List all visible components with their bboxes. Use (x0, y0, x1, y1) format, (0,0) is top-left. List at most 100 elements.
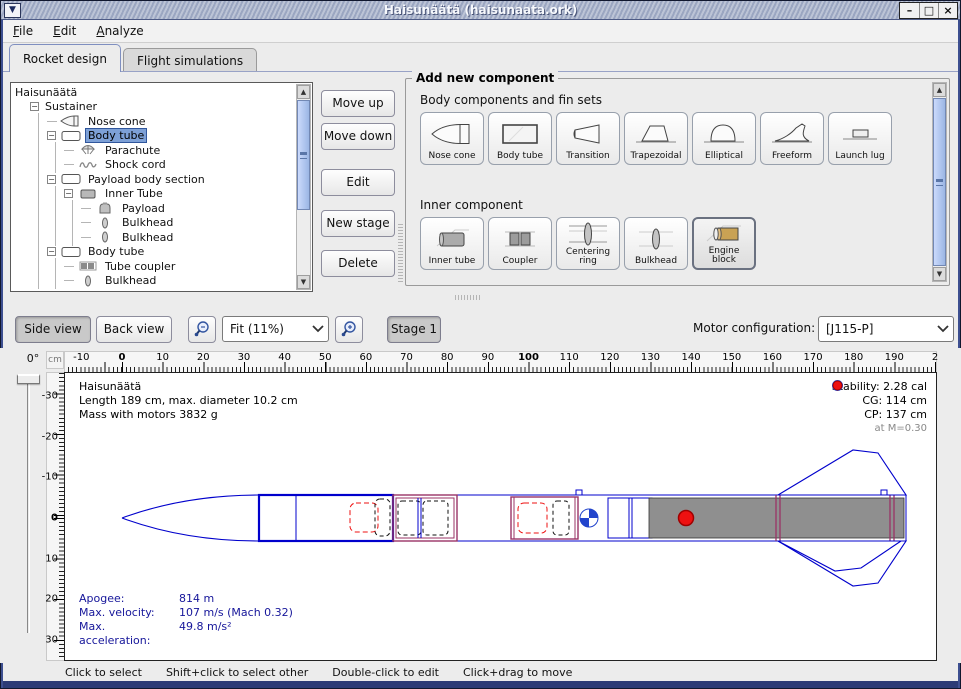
scroll-down-icon[interactable]: ▼ (297, 275, 310, 289)
cp-icon (832, 380, 843, 391)
component-panel-scrollbar[interactable]: ▲ ▼ (932, 82, 947, 282)
rocket-canvas[interactable]: Haisunäätä Length 189 cm, max. diameter … (64, 372, 937, 661)
launch-lug[interactable] (576, 490, 582, 495)
add-transition-button[interactable]: Transition (556, 112, 620, 165)
add-centering-ring-button[interactable]: Centering ring (556, 217, 620, 270)
add-freeform-button[interactable]: Freeform (760, 112, 824, 165)
motor-configuration-combobox[interactable]: [J115-P] (818, 316, 954, 342)
tree-item-parachute[interactable]: Parachute (13, 143, 295, 158)
menu-analyze[interactable]: Analyze (86, 21, 153, 41)
rotation-slider-track[interactable] (27, 378, 30, 633)
mach-condition: at M=0.30 (832, 422, 927, 436)
tree-item-label: Parachute (103, 144, 162, 157)
shock-cord-outline[interactable] (375, 499, 390, 536)
forward-body-tube-selected[interactable] (259, 495, 393, 541)
zoom-level-combobox[interactable]: Fit (11%) (222, 316, 329, 342)
h-ruler-tick-label: 130 (641, 352, 660, 363)
tree-item-label: Bulkhead (120, 231, 175, 244)
tree-collapse-icon[interactable]: − (47, 175, 56, 184)
tab-rocket-design[interactable]: Rocket design (9, 44, 121, 72)
add-bulkhead-button[interactable]: Bulkhead (624, 217, 688, 270)
tree-item-haisunäätä[interactable]: Haisunäätä (13, 85, 295, 100)
component-button-label: Transition (566, 152, 610, 162)
horizontal-split-handle[interactable] (455, 295, 481, 300)
stability-value: Stability: 2.28 cal (832, 380, 927, 394)
tree-item-bulkhead[interactable]: Bulkhead (13, 230, 295, 245)
bulkhead-icon (633, 220, 679, 257)
h-ruler-tick-label: 0 (119, 352, 126, 363)
trapezoidal-icon (633, 115, 679, 152)
tree-collapse-icon[interactable]: − (47, 131, 56, 140)
tree-item-inner-tube[interactable]: −Inner Tube (13, 187, 295, 202)
tube-coupler[interactable] (511, 497, 578, 539)
parachute-outline[interactable] (350, 503, 378, 532)
rotation-slider-handle[interactable] (17, 374, 40, 384)
v-ruler-tick-label: -20 (42, 431, 58, 442)
app-window: ▼ Haisunäätä (haisunaata.ork) – □ × File… (0, 0, 961, 689)
scroll-up-icon[interactable]: ▲ (933, 83, 946, 97)
tree-scrollbar[interactable]: ▲ ▼ (296, 84, 311, 290)
delete-button[interactable]: Delete (321, 250, 395, 277)
flight-stats-block: Apogee:814 mMax. velocity:107 m/s (Mach … (79, 592, 293, 648)
add-coupler-button[interactable]: Coupler (488, 217, 552, 270)
add-elliptical-button[interactable]: Elliptical (692, 112, 756, 165)
add-engine-block-button[interactable]: Engine block (692, 217, 756, 270)
design-panel: Haisunäätä−SustainerNose cone−Body tubeP… (3, 72, 958, 294)
add-body-tube-button[interactable]: Body tube (488, 112, 552, 165)
v-ruler-tick-label: 0 (51, 513, 58, 524)
tree-collapse-icon[interactable]: − (64, 189, 73, 198)
motor-mount-tube[interactable] (608, 498, 652, 538)
side-view-button[interactable]: Side view (15, 316, 91, 343)
zoom-out-button[interactable] (188, 316, 216, 343)
innertube-icon (77, 188, 99, 200)
menu-edit[interactable]: Edit (43, 21, 86, 41)
menu-file[interactable]: File (3, 21, 43, 41)
tree-scrollbar-thumb[interactable] (297, 100, 310, 210)
tab-flight-simulations[interactable]: Flight simulations (123, 48, 257, 71)
flight-stat-value: 49.8 m/s² (179, 620, 232, 648)
scroll-up-icon[interactable]: ▲ (297, 85, 310, 99)
h-ruler-tick-label: 30 (238, 352, 251, 363)
new-stage-button[interactable]: New stage (321, 210, 395, 237)
tree-item-sustainer[interactable]: −Sustainer (13, 100, 295, 115)
body-components-row: Nose cone Body tube Transition Trapezoidal E… (420, 112, 892, 165)
add-nose-cone-button[interactable]: Nose cone (420, 112, 484, 165)
shockcord-icon (77, 159, 99, 171)
component-button-label: Nose cone (428, 152, 475, 162)
h-ruler-tick-label: 2 (932, 352, 938, 363)
zoom-in-button[interactable] (335, 316, 363, 343)
vertical-split-handle[interactable] (398, 224, 403, 282)
launch-lug[interactable] (881, 490, 887, 495)
tree-item-payload[interactable]: Payload (13, 201, 295, 216)
back-view-button[interactable]: Back view (96, 316, 172, 343)
tree-item-bulkhead[interactable]: Bulkhead (13, 216, 295, 231)
h-ruler-tick-label: 10 (156, 352, 169, 363)
tree-item-bulkhead[interactable]: Bulkhead (13, 274, 295, 289)
tree-collapse-icon[interactable]: − (30, 102, 39, 111)
move-up-button[interactable]: Move up (321, 90, 395, 117)
tree-item-body-tube[interactable]: −Body tube (13, 129, 295, 144)
tree-item-nose-cone[interactable]: Nose cone (13, 114, 295, 129)
add-trapezoidal-button[interactable]: Trapezoidal (624, 112, 688, 165)
edit-button[interactable]: Edit (321, 169, 395, 196)
tree-item-payload-body-section[interactable]: −Payload body section (13, 172, 295, 187)
h-ruler-tick-label: 180 (844, 352, 863, 363)
component-scrollbar-thumb[interactable] (933, 98, 946, 266)
component-button-label: Trapezoidal (630, 152, 681, 162)
tree-item-shock-cord[interactable]: Shock cord (13, 158, 295, 173)
h-ruler-tick-label: 170 (804, 352, 823, 363)
add-launch-lug-button[interactable]: Launch lug (828, 112, 892, 165)
centeringring-icon (565, 220, 611, 248)
scroll-down-icon[interactable]: ▼ (933, 267, 946, 281)
stage-1-toggle[interactable]: Stage 1 (387, 316, 441, 343)
move-down-button[interactable]: Move down (321, 123, 395, 150)
payload-body-section[interactable] (393, 495, 457, 541)
tree-item-label: Nose cone (86, 115, 147, 128)
tree-item-body-tube[interactable]: −Body tube (13, 245, 295, 260)
rocket-mass: Mass with motors 3832 g (79, 408, 298, 422)
add-inner-tube-button[interactable]: Inner tube (420, 217, 484, 270)
h-ruler-tick-label: 120 (600, 352, 619, 363)
nose-cone[interactable] (122, 495, 296, 541)
tree-collapse-icon[interactable]: − (47, 247, 56, 256)
tree-item-tube-coupler[interactable]: Tube coupler (13, 259, 295, 274)
